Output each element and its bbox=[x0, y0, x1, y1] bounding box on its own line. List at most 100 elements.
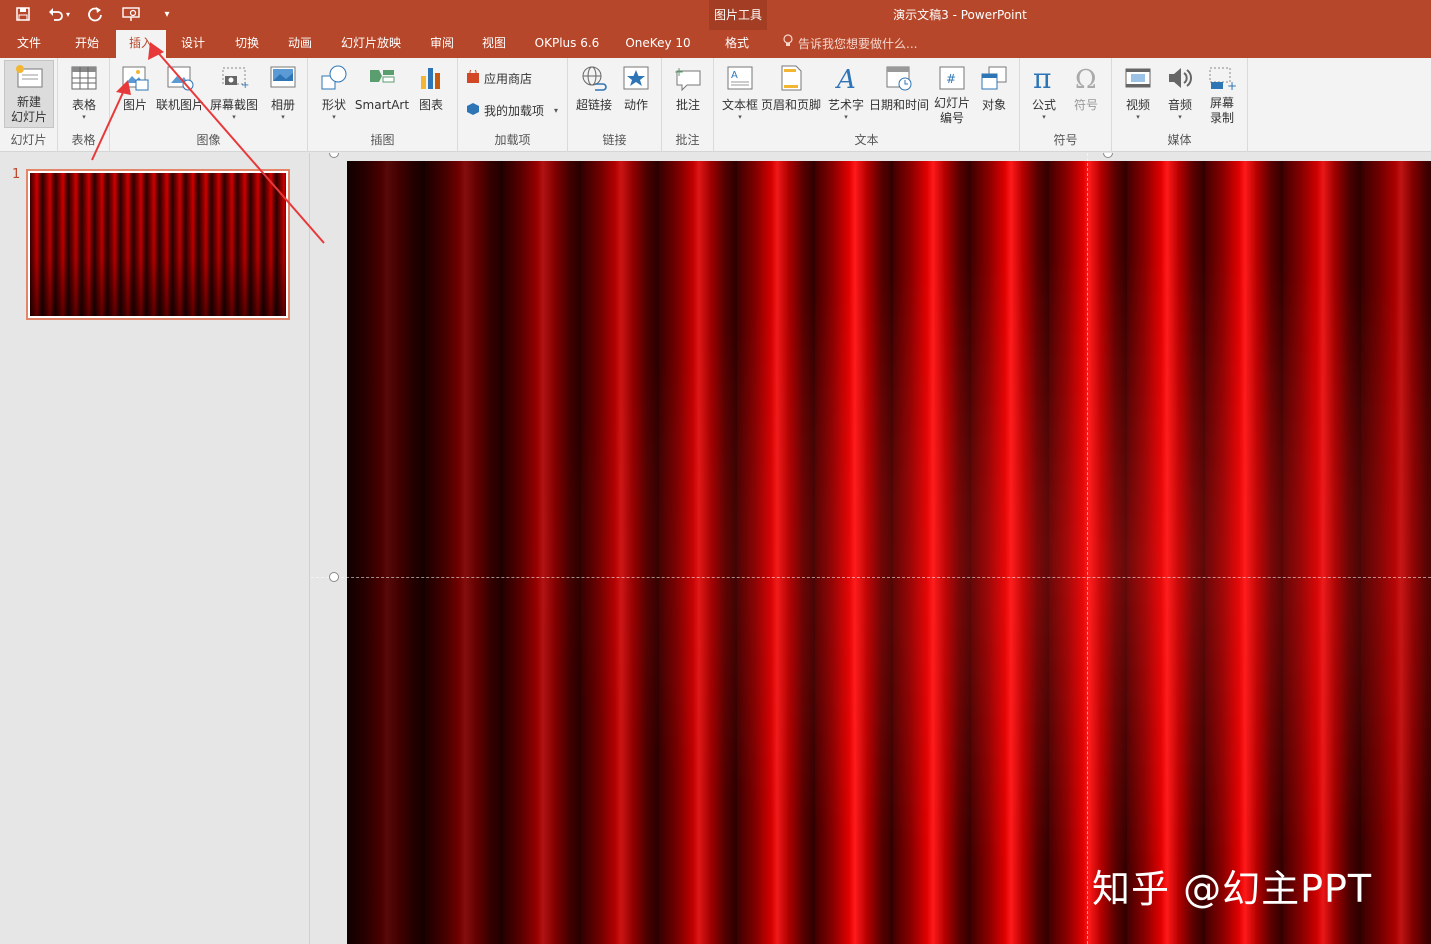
tab-transitions[interactable]: 切换 bbox=[224, 30, 270, 58]
curtain-thumbnail-image bbox=[30, 173, 286, 316]
tab-slideshow[interactable]: 幻灯片放映 bbox=[333, 30, 409, 58]
datetime-button[interactable]: 日期和时间 bbox=[868, 62, 930, 113]
picture-label: 图片 bbox=[122, 98, 147, 112]
slide-editor bbox=[311, 153, 1431, 944]
speaker-icon bbox=[1164, 62, 1196, 94]
symbol-button[interactable]: Ω 符号 bbox=[1068, 62, 1104, 113]
ribbon-tabs: 文件 开始 插入 设计 切换 动画 幻灯片放映 审阅 视图 OKPlus 6.6… bbox=[0, 30, 1431, 58]
left-guide-handle[interactable] bbox=[329, 572, 339, 582]
tab-insert[interactable]: 插入 bbox=[116, 30, 166, 58]
top-left-guide-handle[interactable] bbox=[329, 153, 339, 158]
shapes-icon bbox=[318, 62, 350, 94]
group-images: 图片 联机图片 + 屏幕截图 ▾ 相册 ▾ 图像 bbox=[110, 58, 308, 152]
photo-album-button[interactable]: 相册 ▾ bbox=[264, 62, 302, 121]
picture-icon bbox=[119, 62, 151, 94]
header-footer-button[interactable]: 页眉和页脚 bbox=[761, 62, 821, 113]
context-group-title: 图片工具 bbox=[713, 8, 762, 22]
group-comments: + 批注 批注 bbox=[662, 58, 714, 152]
tab-animations[interactable]: 动画 bbox=[277, 30, 323, 58]
video-label: 视频 bbox=[1125, 98, 1150, 112]
slide-number-icon: # bbox=[936, 62, 968, 94]
object-label: 对象 bbox=[981, 98, 1006, 112]
slide-number-button[interactable]: # 幻灯片 编号 bbox=[930, 62, 974, 126]
audio-button[interactable]: 音频 ▾ bbox=[1160, 62, 1200, 121]
picture-button[interactable]: 图片 bbox=[118, 62, 152, 113]
smartart-icon bbox=[366, 62, 398, 94]
horizontal-guide[interactable] bbox=[311, 577, 1431, 578]
group-label-links: 链接 bbox=[602, 133, 627, 147]
tab-format[interactable]: 格式 bbox=[712, 30, 762, 58]
presentation-icon[interactable] bbox=[116, 3, 146, 25]
tab-okplus[interactable]: OKPlus 6.6 bbox=[528, 30, 606, 58]
screenshot-button[interactable]: + 屏幕截图 ▾ bbox=[210, 62, 258, 121]
comment-button[interactable]: + 批注 bbox=[670, 62, 706, 113]
tab-onekey[interactable]: OneKey 10 bbox=[618, 30, 698, 58]
group-illustrations: 形状 ▾ SmartArt 图表 插图 bbox=[308, 58, 458, 152]
save-icon[interactable] bbox=[8, 3, 38, 25]
slide-thumbnails-pane: 1 bbox=[0, 153, 310, 944]
online-picture-icon bbox=[164, 62, 196, 94]
new-slide-button[interactable]: 新建 幻灯片 bbox=[4, 60, 54, 128]
action-icon bbox=[620, 62, 652, 94]
tab-view[interactable]: 视图 bbox=[471, 30, 517, 58]
my-addins-label: 我的加载项 bbox=[484, 104, 545, 118]
screen-record-button[interactable]: + 屏幕 录制 bbox=[1202, 62, 1242, 126]
equation-button[interactable]: π 公式 ▾ bbox=[1026, 62, 1062, 121]
action-button[interactable]: 动作 bbox=[618, 62, 654, 113]
online-picture-button[interactable]: 联机图片 bbox=[156, 62, 204, 113]
tab-file[interactable]: 文件 bbox=[6, 30, 52, 58]
header-footer-icon bbox=[775, 62, 807, 94]
my-addins-icon bbox=[466, 102, 480, 119]
slide-canvas[interactable] bbox=[347, 161, 1431, 944]
hyperlink-button[interactable]: 超链接 bbox=[574, 62, 614, 113]
redo-icon[interactable] bbox=[80, 3, 110, 25]
store-button[interactable]: 应用商店 bbox=[466, 68, 533, 87]
new-slide-label: 新建 幻灯片 bbox=[10, 95, 47, 124]
slide-thumbnail[interactable] bbox=[26, 169, 290, 320]
svg-text:+: + bbox=[674, 65, 684, 79]
group-slides: 新建 幻灯片 幻灯片 bbox=[0, 58, 58, 152]
textbox-icon: A bbox=[724, 62, 756, 94]
object-button[interactable]: 对象 bbox=[976, 62, 1012, 113]
curtain-background-image bbox=[347, 161, 1431, 944]
equation-caret-icon: ▾ bbox=[1042, 113, 1046, 121]
group-symbols: π 公式 ▾ Ω 符号 符号 bbox=[1020, 58, 1112, 152]
vertical-guide[interactable] bbox=[1087, 153, 1088, 944]
datetime-label: 日期和时间 bbox=[868, 98, 929, 112]
table-button[interactable]: 表格 ▾ bbox=[66, 62, 102, 121]
wordart-button[interactable]: A 艺术字 ▾ bbox=[824, 62, 868, 121]
action-label: 动作 bbox=[623, 98, 648, 112]
screenshot-caret-icon: ▾ bbox=[232, 113, 236, 121]
svg-text:#: # bbox=[946, 72, 956, 86]
tab-review[interactable]: 审阅 bbox=[419, 30, 465, 58]
comment-label: 批注 bbox=[675, 98, 700, 112]
top-guide-handle[interactable] bbox=[1103, 153, 1113, 158]
watermark-text: 知乎 @幻主PPT bbox=[1092, 867, 1373, 911]
customize-qat-icon[interactable]: ▾ bbox=[152, 3, 182, 25]
my-addins-button[interactable]: 我的加载项 ▾ bbox=[466, 102, 558, 119]
store-label: 应用商店 bbox=[484, 72, 533, 86]
pi-icon: π bbox=[1028, 62, 1060, 94]
svg-text:Ω: Ω bbox=[1075, 65, 1097, 92]
undo-icon[interactable]: ▾ bbox=[44, 3, 74, 25]
group-label-addins: 加载项 bbox=[494, 133, 531, 147]
chart-icon bbox=[415, 62, 447, 94]
group-label-images: 图像 bbox=[196, 133, 221, 147]
tab-design[interactable]: 设计 bbox=[170, 30, 216, 58]
chart-button[interactable]: 图表 bbox=[414, 62, 448, 113]
calendar-clock-icon bbox=[883, 62, 915, 94]
video-button[interactable]: 视频 ▾ bbox=[1118, 62, 1158, 121]
textbox-button[interactable]: A 文本框 ▾ bbox=[718, 62, 762, 121]
group-text: A 文本框 ▾ 页眉和页脚 A 艺术字 ▾ 日期和时间 # 幻灯片 编号 对象 … bbox=[714, 58, 1020, 152]
tab-home[interactable]: 开始 bbox=[64, 30, 110, 58]
svg-text:+: + bbox=[1227, 79, 1237, 92]
tell-me-box[interactable]: 告诉我您想要做什么... bbox=[782, 30, 917, 58]
hyperlink-label: 超链接 bbox=[575, 98, 612, 112]
video-caret-icon: ▾ bbox=[1136, 113, 1140, 121]
textbox-label: 文本框 bbox=[721, 98, 758, 112]
slide-number: 1 bbox=[12, 167, 21, 182]
shapes-button[interactable]: 形状 ▾ bbox=[316, 62, 352, 121]
screen-record-label: 屏幕 录制 bbox=[1209, 96, 1234, 125]
photo-album-caret-icon: ▾ bbox=[281, 113, 285, 121]
smartart-button[interactable]: SmartArt bbox=[354, 62, 410, 113]
